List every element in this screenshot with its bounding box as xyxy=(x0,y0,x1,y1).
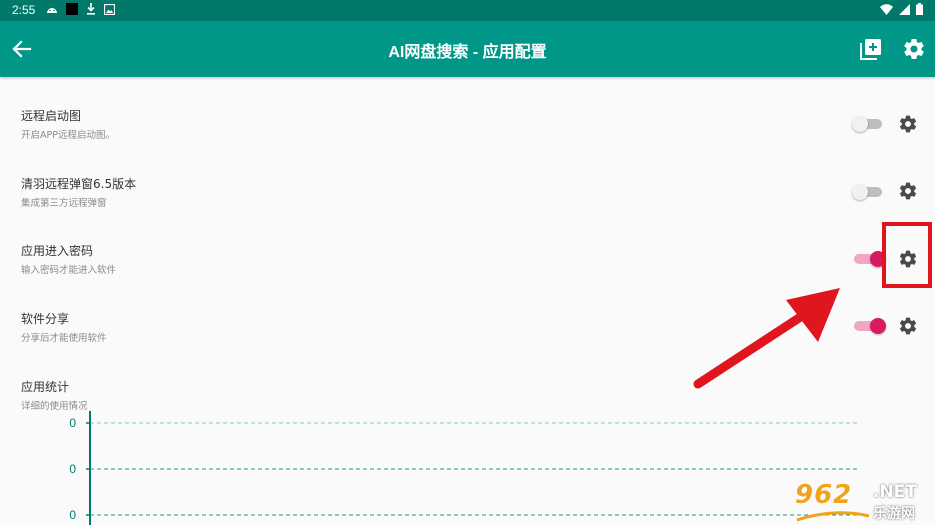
setting-subtitle: 分享后才能使用软件 xyxy=(21,333,107,344)
chart-y-tick-label: 0 xyxy=(69,416,76,430)
chart-y-tick-label: 0 xyxy=(69,462,76,476)
watermark-domain: .NET xyxy=(873,482,917,502)
setting-row-remote-splash: 远程启动图 开启APP远程启动图。 xyxy=(0,107,935,175)
toggle-app-password[interactable] xyxy=(852,251,886,267)
signal-icon xyxy=(899,3,910,15)
gear-icon[interactable] xyxy=(898,316,918,336)
photo-icon xyxy=(104,3,115,15)
chart-y-tick-label: 0 xyxy=(69,508,76,522)
status-time: 2:55 xyxy=(12,3,36,17)
setting-subtitle: 开启APP远程启动图。 xyxy=(21,130,115,141)
add-page-icon[interactable] xyxy=(860,38,882,60)
gear-icon[interactable] xyxy=(898,114,918,134)
app-bar: AI网盘搜索 - 应用配置 xyxy=(0,21,935,77)
status-bar: 2:55 xyxy=(0,0,935,21)
setting-title: 软件分享 xyxy=(21,312,70,326)
setting-row-remote-popup: 清羽远程弹窗6.5版本 集成第三方远程弹窗 xyxy=(0,175,935,243)
setting-subtitle: 集成第三方远程弹窗 xyxy=(21,198,107,209)
wifi-icon xyxy=(880,3,893,15)
page-title: AI网盘搜索 - 应用配置 xyxy=(388,44,547,61)
watermark-number: 962 xyxy=(795,480,853,510)
status-icons-left xyxy=(46,3,115,15)
setting-title: 远程启动图 xyxy=(21,109,82,123)
watermark: 962 .NET 乐游网 xyxy=(795,480,935,525)
toggle-remote-splash[interactable] xyxy=(852,116,884,132)
setting-title: 应用进入密码 xyxy=(21,244,94,258)
toggle-share[interactable] xyxy=(852,318,886,334)
status-icons-right xyxy=(880,3,923,15)
highlight-box xyxy=(882,222,932,288)
toggle-remote-popup[interactable] xyxy=(852,184,884,200)
gear-icon[interactable] xyxy=(898,181,918,201)
download-icon xyxy=(87,3,95,15)
stats-title: 应用统计 xyxy=(21,380,70,394)
setting-title: 清羽远程弹窗6.5版本 xyxy=(21,177,137,191)
red-arrow-annotation xyxy=(693,288,840,389)
watermark-chinese: 乐游网 xyxy=(873,506,915,522)
gear-icon[interactable] xyxy=(902,37,926,61)
android-icon xyxy=(47,8,57,13)
battery-icon xyxy=(916,3,923,15)
setting-subtitle: 输入密码才能进入软件 xyxy=(21,265,117,276)
black-square-icon xyxy=(66,3,78,15)
watermark-swoosh xyxy=(796,511,870,522)
